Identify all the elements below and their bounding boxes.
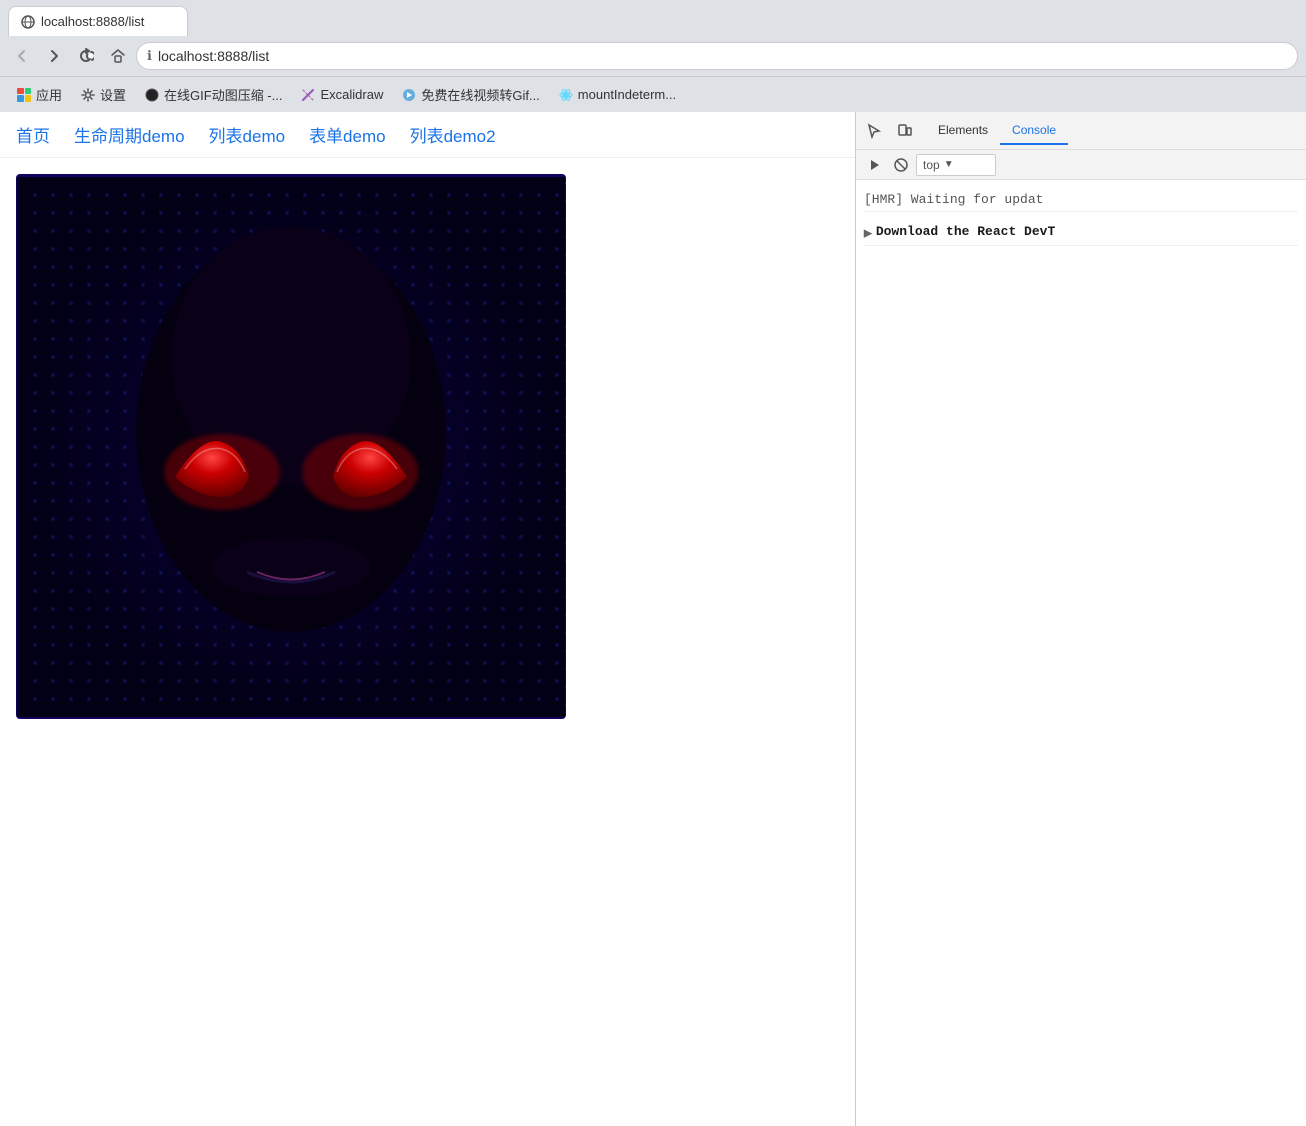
alien-image [16,174,566,719]
devtools-tab-elements[interactable]: Elements [926,117,1000,145]
devtools-device-icon[interactable] [890,117,918,145]
devtools-panel: Elements Console top ▼ [HMR] Waiting for… [855,112,1306,1126]
bookmarks-bar: 应用 设置 在线GIF动图压缩 -... Excalidraw 免费在线视频转G… [0,76,1306,112]
devtools-block-button[interactable] [890,154,912,176]
bookmark-apps-label: 应用 [36,85,62,104]
console-message-hmr: [HMR] Waiting for updat [864,188,1298,212]
bookmark-video-label: 免费在线视频转Gif... [421,85,539,104]
console-chevron-icon[interactable]: ▶ [864,226,872,241]
nav-link-list2[interactable]: 列表demo2 [410,122,496,147]
bookmark-settings[interactable]: 设置 [72,81,134,108]
title-bar: ℹ localhost:8888/list [0,36,1306,76]
webpage-navbar: 首页 生命周期demo 列表demo 表单demo 列表demo2 [0,112,855,158]
bookmark-video[interactable]: 免费在线视频转Gif... [393,81,547,108]
apps-icon [16,87,32,103]
tab-favicon [21,15,35,29]
bookmark-apps[interactable]: 应用 [8,81,70,108]
devtools-play-button[interactable] [864,154,886,176]
tab-title: localhost:8888/list [41,14,144,29]
reload-button[interactable] [72,42,100,70]
bookmark-react[interactable]: mountIndeterm... [550,83,684,107]
address-bar[interactable]: ℹ localhost:8888/list [136,42,1298,70]
main-layout: 首页 生命周期demo 列表demo 表单demo 列表demo2 [0,112,1306,1126]
bookmark-gif[interactable]: 在线GIF动图压缩 -... [136,81,290,108]
console-message-hmr-text: [HMR] Waiting for updat [864,192,1043,207]
alien-svg [17,177,565,717]
gif-icon [144,87,160,103]
gear-bookmark-icon [80,87,96,103]
console-message-react-text: Download the React DevT [876,224,1055,239]
console-filter-dropdown[interactable]: top ▼ [916,154,996,176]
tab-strip: localhost:8888/list [0,0,1306,36]
browser-tab-active[interactable]: localhost:8888/list [8,6,188,36]
alien-canvas [16,174,566,719]
nav-link-form[interactable]: 表单demo [309,122,386,147]
back-button[interactable] [8,42,36,70]
bookmark-settings-label: 设置 [100,85,126,104]
devtools-subtoolbar: top ▼ [856,150,1306,180]
react-icon [558,87,574,103]
forward-button[interactable] [40,42,68,70]
video-icon [401,87,417,103]
console-filter-label: top [923,158,940,172]
bookmark-gif-label: 在线GIF动图压缩 -... [164,85,282,104]
bookmark-excalidraw-label: Excalidraw [320,87,383,102]
nav-link-home[interactable]: 首页 [16,122,50,147]
bookmark-excalidraw[interactable]: Excalidraw [292,83,391,107]
address-url: localhost:8888/list [158,48,269,64]
console-message-react: ▶ Download the React DevT [864,220,1298,246]
content-area [0,158,855,735]
nav-link-list[interactable]: 列表demo [209,122,286,147]
web-content: 首页 生命周期demo 列表demo 表单demo 列表demo2 [0,112,855,1126]
excalidraw-icon [300,87,316,103]
info-icon: ℹ [147,48,152,64]
console-content: [HMR] Waiting for updat ▶ Download the R… [856,180,1306,1126]
bookmark-react-label: mountIndeterm... [578,87,676,102]
home-button[interactable] [104,42,132,70]
filter-dropdown-arrow: ▼ [944,159,954,170]
browser-chrome: localhost:8888/list ℹ localhost:8888/lis… [0,0,1306,112]
console-separator [864,212,1298,220]
devtools-tab-console[interactable]: Console [1000,117,1068,145]
devtools-cursor-icon[interactable] [860,117,888,145]
nav-link-lifecycle[interactable]: 生命周期demo [74,122,185,147]
